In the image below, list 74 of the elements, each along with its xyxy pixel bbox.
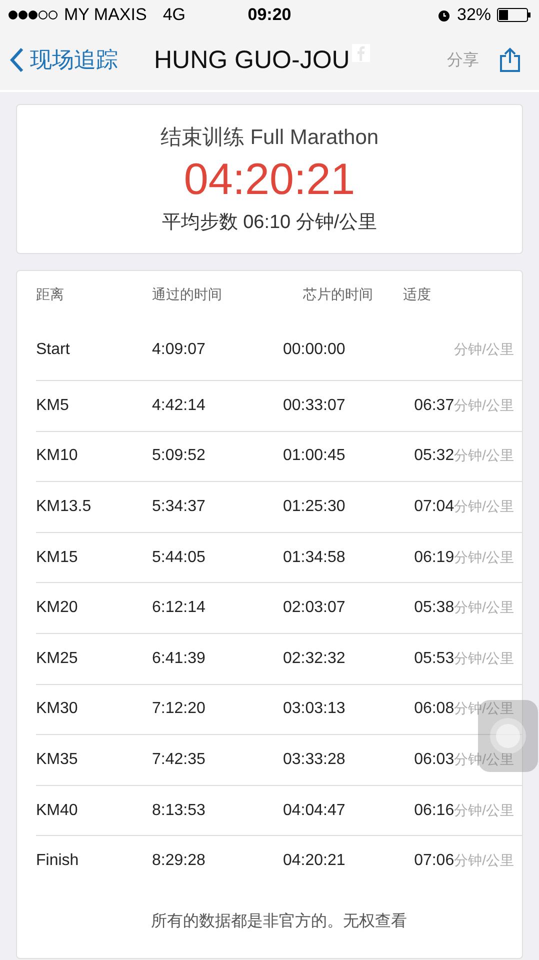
column-header: 距离 (36, 286, 65, 304)
pace-cell: 06:19 (414, 548, 454, 567)
finish-time: 04:20:21 (184, 155, 356, 205)
average-pace: 平均步数 06:10 分钟/公里 (162, 211, 378, 235)
chip-time-cell-text: 01:34:58 (283, 548, 346, 567)
race-title: 结束训练 Full Marathon (160, 125, 379, 151)
column-header: 通过的时间 (152, 286, 223, 304)
pace-cell: 05:32 (414, 447, 454, 466)
clock-time: 09:20 (248, 5, 292, 25)
share-label: 分享 (447, 50, 479, 70)
distance-cell-text: KM30 (36, 700, 79, 718)
column-header: 适度 (403, 286, 432, 304)
pace-cell: 07:04 (414, 498, 454, 516)
pass-time-cell-text: 6:41:39 (152, 650, 206, 668)
chip-time-cell-text: 04:20:21 (283, 852, 346, 870)
chip-time-cell-text: 03:03:13 (283, 700, 346, 718)
pace-unit: 分钟/公里 (454, 700, 514, 718)
runner-name: HUNG GUO-JOU (154, 46, 350, 74)
distance-cell-text: KM20 (36, 599, 79, 618)
chip-time-cell-text: 00:00:00 (283, 340, 346, 358)
battery-percent: 32% (456, 5, 492, 25)
pace-cell: 07:06 (414, 852, 454, 870)
chip-time-cell-text: 01:25:30 (283, 498, 346, 516)
distance-cell-text: Finish (36, 852, 80, 870)
pass-time-cell-text: 5:44:05 (152, 548, 206, 567)
pace-cell: 06:16 (414, 802, 454, 820)
pace-cell: 06:08 (414, 700, 454, 718)
pass-time-cell-text: 7:42:35 (152, 750, 206, 769)
pass-time-cell-text: 4:09:07 (152, 340, 206, 358)
pace-cell: 06:03 (414, 750, 454, 769)
chevron-left-icon (10, 47, 24, 73)
distance-cell-text: KM35 (36, 750, 79, 769)
chip-time-cell-text: 02:32:32 (283, 650, 346, 668)
pace-cell: 06:37 (414, 396, 454, 415)
pass-time-cell-text: 8:29:28 (152, 852, 206, 870)
battery-icon (497, 8, 532, 22)
carrier-name: MY MAXIS (64, 5, 147, 25)
disclaimer-text: 所有的数据都是非官方的。无权查看 (151, 912, 407, 932)
pace-unit: 分钟/公里 (454, 650, 514, 668)
distance-cell-text: KM10 (36, 447, 79, 466)
pace-unit: 分钟/公里 (454, 802, 514, 820)
distance-cell-text: KM25 (36, 650, 79, 668)
chip-time-cell-text: 01:00:45 (283, 447, 346, 466)
pace-unit: 分钟/公里 (454, 498, 514, 516)
distance-cell-text: KM13.5 (36, 498, 92, 516)
chip-time-cell-text: 02:03:07 (283, 599, 346, 618)
signal-icon (8, 10, 58, 20)
network-type: 4G (162, 5, 186, 25)
pace-unit: 分钟/公里 (454, 447, 514, 466)
chip-time-cell-text: 00:33:07 (283, 396, 346, 415)
pace-unit: 分钟/公里 (454, 599, 514, 618)
pass-time-cell-text: 6:12:14 (152, 599, 206, 618)
pace-unit: 分钟/公里 (454, 750, 514, 769)
pace-unit: 分钟/公里 (454, 340, 514, 358)
pace-unit: 分钟/公里 (454, 548, 514, 567)
alarm-icon (436, 8, 451, 22)
pace-cell: 05:38 (414, 599, 454, 618)
pass-time-cell-text: 7:12:20 (152, 700, 206, 718)
chip-time-cell-text: 04:04:47 (283, 802, 346, 820)
distance-cell-text: KM15 (36, 548, 79, 567)
distance-cell-text: Start (36, 340, 71, 358)
share-icon[interactable] (499, 47, 521, 73)
pace-unit: 分钟/公里 (454, 852, 514, 870)
back-link[interactable]: 现场追踪 (10, 45, 118, 75)
pace-unit: 分钟/公里 (454, 396, 514, 415)
chip-time-cell-text: 03:33:28 (283, 750, 346, 769)
column-header: 芯片的时间 (303, 286, 374, 304)
pass-time-cell-text: 5:09:52 (152, 447, 206, 466)
pass-time-cell-text: 5:34:37 (152, 498, 206, 516)
pass-time-cell-text: 8:13:53 (152, 802, 206, 820)
pace-cell: 05:53 (414, 650, 454, 668)
distance-cell-text: KM40 (36, 802, 79, 820)
distance-cell-text: KM5 (36, 396, 70, 415)
pass-time-cell-text: 4:42:14 (152, 396, 206, 415)
